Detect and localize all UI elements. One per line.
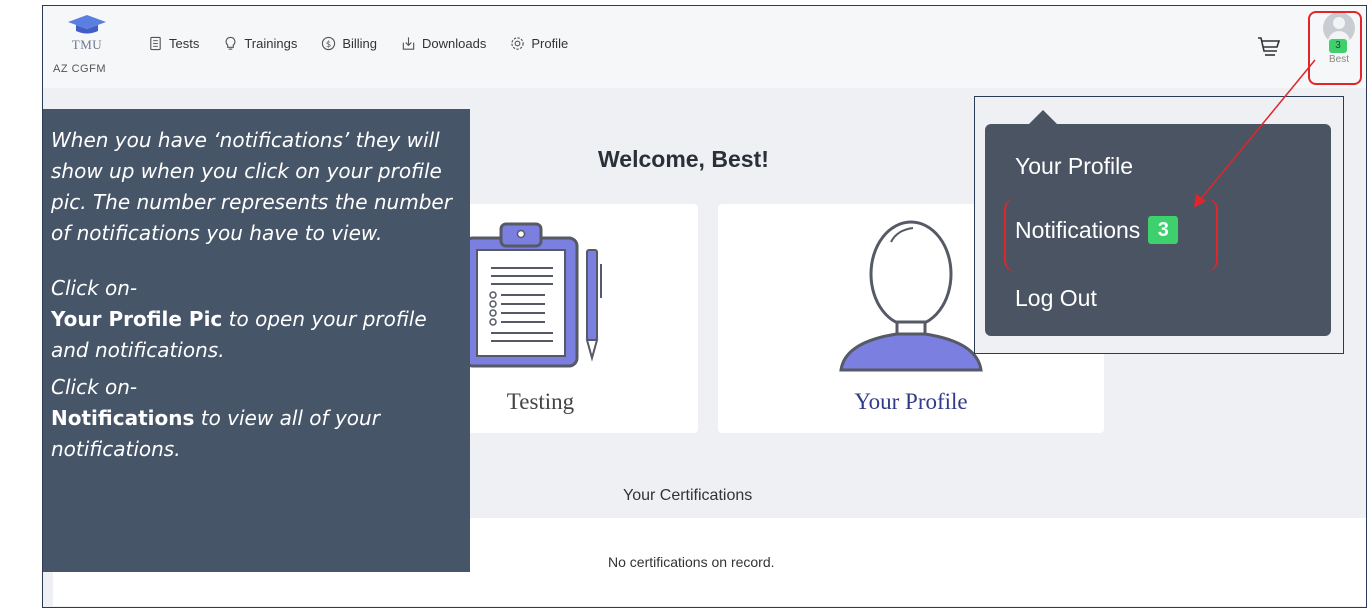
user-silhouette-icon <box>839 220 983 372</box>
annotation-highlight-avatar <box>1308 11 1362 85</box>
note-intro: When you have ‘notifications’ they will … <box>51 128 452 245</box>
nav-trainings-label: Trainings <box>244 36 298 51</box>
nav-profile[interactable]: Profile <box>510 36 568 51</box>
annotation-highlight-notifications <box>1004 198 1218 272</box>
nav-trainings[interactable]: Trainings <box>223 36 297 51</box>
main-nav: Tests Trainings $ Billing Downloads Prof… <box>148 36 568 51</box>
nav-downloads[interactable]: Downloads <box>401 36 486 51</box>
logo-text: TMU <box>71 37 103 52</box>
page-title: Welcome, Best! <box>598 146 769 172</box>
menu-item-your-profile[interactable]: Your Profile <box>1015 153 1133 180</box>
nav-tests[interactable]: Tests <box>148 36 199 51</box>
nav-billing[interactable]: $ Billing <box>321 36 377 51</box>
download-icon <box>402 37 415 50</box>
note-step-2: Notifications to view all of your notifi… <box>51 403 460 465</box>
lightbulb-icon <box>225 36 236 50</box>
profile-card-label: Your Profile <box>854 389 968 414</box>
note-click-1: Click on- <box>51 276 138 300</box>
gear-icon <box>511 37 525 50</box>
dollar-icon: $ <box>322 36 336 51</box>
svg-text:$: $ <box>326 39 331 49</box>
cart-icon[interactable] <box>1256 33 1282 59</box>
top-navbar: TMU AZ CGFM Tests Trainings $ Billing Do… <box>43 6 1366 88</box>
nav-billing-label: Billing <box>342 36 378 51</box>
note-step-1-bold: Your Profile Pic <box>51 307 223 331</box>
note-click-2: Click on- <box>51 375 138 399</box>
nav-profile-label: Profile <box>531 36 569 51</box>
certifications-title: Your Certifications <box>623 487 753 504</box>
note-step-1: Your Profile Pic to open your profile an… <box>51 304 460 366</box>
note-step-2-bold: Notifications <box>51 406 195 430</box>
org-name: AZ CGFM <box>53 63 106 75</box>
instruction-note: When you have ‘notifications’ they will … <box>43 109 470 572</box>
menu-item-log-out[interactable]: Log Out <box>1015 285 1097 312</box>
dropdown-caret <box>1029 110 1057 124</box>
nav-downloads-label: Downloads <box>422 36 487 51</box>
graduation-cap-icon <box>68 15 106 34</box>
clipboard-icon <box>463 222 602 368</box>
certifications-empty-text: No certifications on record. <box>608 554 775 570</box>
document-icon <box>150 36 161 51</box>
nav-tests-label: Tests <box>169 36 200 51</box>
tmu-logo[interactable]: TMU <box>57 14 117 53</box>
